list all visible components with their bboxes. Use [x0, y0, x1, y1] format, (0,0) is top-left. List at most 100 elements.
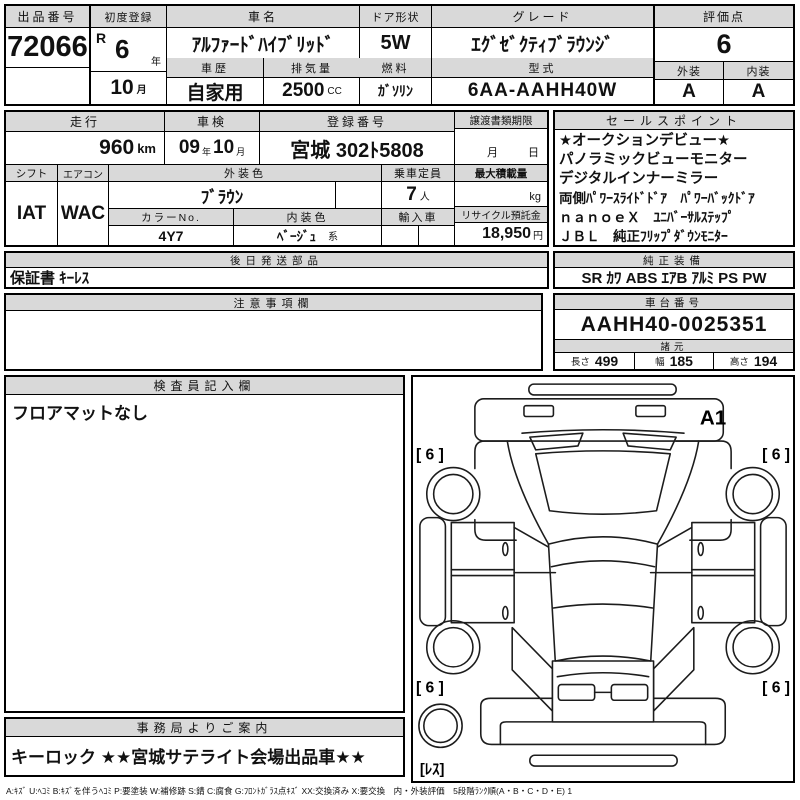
equipment-value: SR ｶﾜ ABS ｴｱB ｱﾙﾐ PS PW: [555, 268, 793, 287]
grade-value: ｴｸﾞｾﾞｸﾃｨﾌﾞﾗｳﾝｼﾞ: [432, 28, 653, 58]
rear-left-tire: [427, 621, 480, 674]
dims-height-cell: 高さ 194: [714, 353, 793, 369]
model-value: 6AA-AAHH40W: [432, 78, 653, 104]
capacity-value: 7: [406, 184, 417, 206]
notes-value: [10, 311, 541, 369]
front-right-tire: [726, 468, 779, 521]
roof-right-edge: [651, 544, 658, 663]
left-side-skirt: [420, 518, 446, 626]
rear-body: [552, 661, 653, 722]
legend-text: A:ｷｽﾞ U:ﾍｺﾐ B:ｷｽﾞを伴うﾍｺﾐ P:要塗装 W:補修跡 S:錆 …: [6, 785, 796, 799]
right-side-skirt: [761, 518, 787, 626]
dims-label: 諸元: [555, 340, 793, 353]
car-diagram-svg: A1 [ 6 ] [ 6 ] [ 6 ] [ 6 ] [ﾚｽ]: [414, 379, 792, 779]
dims-height-value: 194: [754, 353, 777, 369]
office-label: 事務局よりご案内: [6, 719, 403, 737]
rear-right-tire-mark: [ 6 ]: [762, 679, 790, 696]
front-left-tire-mark: [ 6 ]: [416, 447, 444, 464]
front-left-tire: [427, 468, 480, 521]
shift-label: シフト: [6, 165, 58, 182]
shift-value: IAT: [6, 182, 58, 245]
transfer-cell: 月 日: [455, 129, 547, 165]
displacement-cell: 2500 CC: [264, 78, 360, 104]
first-reg-month-cell: 10 月: [91, 72, 166, 104]
color-no-label: カラーNo.: [109, 209, 234, 226]
sales-point-line: 両側ﾊﾟﾜｰｽﾗｲﾄﾞﾄﾞｱ ﾊﾟﾜｰﾊﾞｯｸﾄﾞｱ: [559, 189, 791, 208]
roof-front-curve: [551, 561, 654, 567]
score-value: 6: [655, 28, 793, 62]
shaken-year-unit: 年: [202, 145, 211, 158]
transfer-month-unit: 月: [487, 144, 498, 160]
front-top-strip: [529, 384, 676, 395]
aircon-value: WAC: [58, 182, 109, 245]
inspector-value: フロアマットなし: [12, 399, 401, 709]
equipment-box: 純正装備 SR ｶﾜ ABS ｴｱB ｱﾙﾐ PS PW: [553, 251, 795, 289]
recycle-label: リサイクル預託金: [455, 207, 547, 223]
recycle-value: 18,950: [482, 225, 531, 243]
sales-points-label: セールスポイント: [555, 112, 793, 130]
office-box: 事務局よりご案内 キーロック ★★宮城サテライト会場出品車★★: [4, 717, 405, 777]
front-right-tire-mark: [ 6 ]: [762, 447, 790, 464]
auction-sheet: 出品番号 72066 初度登録 R 6 年 10 月 車名 ｱﾙﾌｧｰﾄﾞﾊｲﾌ…: [0, 0, 800, 800]
sales-point-line: ｎａｎｏｅＸ ﾕﾆﾊﾞｰｻﾙｽﾃｯﾌﾟ: [559, 208, 791, 227]
grade-column: グレード ｴｸﾞｾﾞｸﾃｨﾌﾞﾗｳﾝｼﾞ 型式 6AA-AAHH40W: [432, 6, 655, 104]
front-left-rim: [434, 474, 473, 513]
history-value: 自家用: [167, 78, 264, 104]
rear-bottom-strip: [530, 755, 677, 766]
recycle-unit: 円: [533, 227, 543, 242]
dims-width-value: 185: [670, 353, 693, 369]
recycle-cell: 18,950 円: [455, 223, 547, 245]
chassis-label: 車台番号: [555, 295, 793, 310]
payload-cell: kg: [455, 182, 547, 207]
history-label: 車歴: [167, 58, 264, 78]
ext-color-value: ﾌﾞﾗｳﾝ: [109, 182, 336, 209]
sales-point-line: パノラミックビューモニター: [559, 151, 791, 170]
fuel-label: 燃料: [360, 58, 431, 78]
capacity-cell: 7 人: [382, 182, 455, 209]
payload-unit: kg: [529, 191, 541, 203]
first-reg-year: 6: [115, 34, 129, 65]
right-doors: [692, 523, 755, 623]
era-mark: R: [96, 30, 106, 46]
lot-label: 出品番号: [6, 6, 89, 28]
later-parts-box: 後日発送部品 保証書 ｷｰﾚｽ: [4, 251, 549, 289]
ext-color-extra-cell: [336, 182, 382, 209]
door-value: 5W: [360, 28, 431, 58]
capacity-label: 乗車定員: [382, 165, 455, 182]
int-color-cell: ﾍﾞｰｼﾞｭ 系: [234, 226, 382, 245]
int-color-suffix: 系: [328, 228, 338, 243]
plate-value: 宮城 302ﾄ5808: [260, 132, 455, 165]
chassis-value: AAHH40-0025351: [555, 310, 793, 340]
int-color-value: ﾍﾞｰｼﾞｭ: [277, 226, 316, 245]
int-grade-label: 内装: [724, 62, 793, 80]
lot-column: 出品番号 72066: [6, 6, 91, 104]
rear-left-rim: [434, 628, 473, 667]
car-name-label: 車名: [167, 6, 359, 28]
sales-point-line: ★オークションデビュー★: [559, 132, 791, 151]
equipment-label: 純正装備: [555, 253, 793, 268]
import-cell-2: [419, 226, 455, 245]
front-left-fender: [475, 441, 530, 468]
import-cell-1: [382, 226, 419, 245]
first-reg-month: 10: [110, 76, 133, 100]
ext-color-label: 外装色: [109, 165, 382, 182]
int-grade-value: A: [724, 80, 793, 104]
spec-table: 走行 960 km 車検 09 年 10 月 登録番号 宮城 302ﾄ5808 …: [4, 110, 549, 247]
rear-left-tire-mark: [ 6 ]: [416, 679, 444, 696]
first-reg-label: 初度登録: [91, 6, 166, 28]
door-label: ドア形状: [360, 6, 431, 28]
car-name: ｱﾙﾌｧｰﾄﾞﾊｲﾌﾞﾘｯﾄﾞ: [167, 28, 359, 58]
shaken-year: 09: [179, 137, 200, 159]
front-damage-mark: A1: [700, 406, 726, 429]
dims-length-cell: 長さ 499: [555, 353, 635, 369]
grade-label: グレード: [432, 6, 653, 28]
cowl-line: [522, 430, 684, 433]
shaken-label: 車検: [165, 112, 260, 132]
color-no-value: 4Y7: [109, 226, 234, 245]
left-rear-door-handle: [503, 606, 508, 619]
dims-height-label: 高さ: [730, 354, 749, 368]
lot-empty-cell: [6, 68, 89, 104]
dims-length-value: 499: [595, 353, 618, 369]
sales-point-line: デジタルインナーミラー: [559, 170, 791, 189]
shaken-cell: 09 年 10 月: [165, 132, 260, 165]
